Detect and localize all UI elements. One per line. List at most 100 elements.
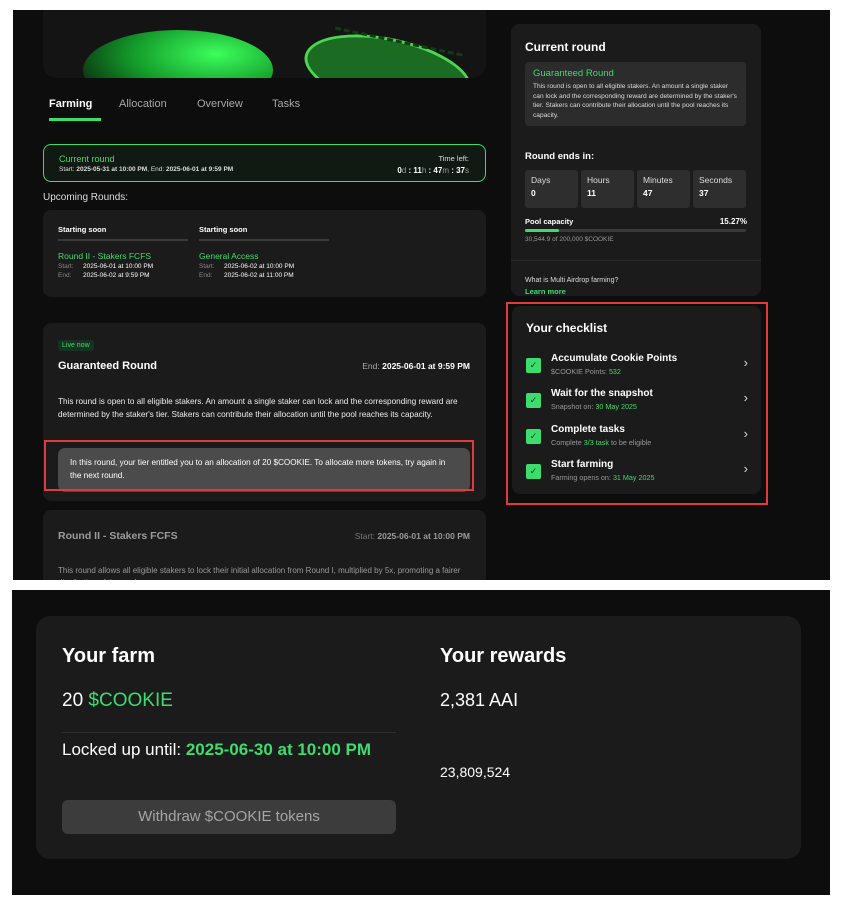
round-end-row: End: 2025-06-02 at 11:00 PM <box>199 272 329 279</box>
upcoming-round-2[interactable]: Starting soon General Access Start: 2025-… <box>199 225 329 279</box>
countdown-seconds: 37 <box>456 166 465 175</box>
start-label: Start: <box>59 166 75 173</box>
round-info-box: Guaranteed Round This round is open to a… <box>525 62 746 126</box>
unit-m: m <box>442 166 449 175</box>
learn-more-link[interactable]: Learn more <box>525 287 566 296</box>
unit-s: s <box>465 166 469 175</box>
farm-amount: 20 $COOKIE <box>62 690 173 712</box>
start-date: 2025-05-31 at 10:00 PM <box>76 166 148 173</box>
end-date: 2025-06-01 at 9:59 PM <box>382 361 470 371</box>
end-date: 2025-06-01 at 9:59 PM <box>166 166 234 173</box>
current-round-label: Current round <box>59 154 115 164</box>
hero-coin-shape <box>297 21 479 78</box>
round-description: This round is open to all eligible stake… <box>533 83 737 119</box>
pool-capacity-percent: 15.27% <box>719 217 747 226</box>
round-end: 2025-06-02 at 9:59 PM <box>83 272 150 279</box>
counter-value: 0 <box>531 188 536 198</box>
counter-seconds: Seconds 37 <box>693 170 746 208</box>
start-label: Start: <box>58 263 74 270</box>
round-name: Guaranteed Round <box>533 68 614 79</box>
highlight-box-checklist <box>506 302 768 505</box>
tab-allocation[interactable]: Allocation <box>119 98 167 110</box>
bottom-screenshot: Your farm Your rewards 20 $COOKIE 2,381 … <box>12 590 830 895</box>
round-end: 2025-06-02 at 11:00 PM <box>224 272 294 279</box>
upcoming-rounds-title: Upcoming Rounds: <box>43 192 129 203</box>
counter-label: Seconds <box>699 175 733 185</box>
round-start: Start: 2025-06-01 at 10:00 PM <box>355 531 470 541</box>
locked-label: Locked up until: <box>62 740 182 759</box>
counter-label: Hours <box>587 175 610 185</box>
round-end-row: End: 2025-06-02 at 9:59 PM <box>58 272 188 279</box>
hero-cookie-shape <box>83 30 273 78</box>
hero-banner-image <box>43 10 486 78</box>
counter-days: Days 0 <box>525 170 578 208</box>
rewards-secondary-amount: 23,809,524 <box>440 764 511 780</box>
divider <box>199 239 329 241</box>
active-tab-underline <box>49 118 101 121</box>
current-round-card: Current round Guaranteed Round This roun… <box>511 24 761 296</box>
round-name: General Access <box>199 251 259 261</box>
counter-minutes: Minutes 47 <box>637 170 690 208</box>
round-ii-card: Round II - Stakers FCFS Start: 2025-06-0… <box>43 510 486 580</box>
start-label: Start: <box>199 263 215 270</box>
locked-until: Locked up until: 2025-06-30 at 10:00 PM <box>62 737 392 763</box>
round-start: 2025-06-01 at 10:00 PM <box>83 263 154 270</box>
end-label: End: <box>58 272 72 279</box>
round-title: Round II - Stakers FCFS <box>58 530 178 542</box>
end-label: End: <box>199 272 213 279</box>
locked-date: 2025-06-30 at 10:00 PM <box>185 740 372 759</box>
highlight-box-note <box>44 440 474 491</box>
round-name: Round II - Stakers FCFS <box>58 251 152 261</box>
tab-farming[interactable]: Farming <box>49 98 92 110</box>
current-round-dates: Start: 2025-05-31 at 10:00 PM, End: 2025… <box>59 166 234 173</box>
pool-capacity-label: Pool capacity <box>525 217 574 226</box>
upcoming-round-1[interactable]: Starting soon Round II - Stakers FCFS St… <box>58 225 188 279</box>
end-label: End: <box>362 361 380 371</box>
time-left-countdown: 0d : 11h : 47m : 37s <box>397 166 469 175</box>
round-description: This round allows all eligible stakers t… <box>58 566 461 580</box>
end-label: End: <box>150 166 165 173</box>
round-status: Starting soon <box>199 225 248 234</box>
your-rewards-title: Your rewards <box>440 645 567 667</box>
counter-label: Days <box>531 175 551 185</box>
countdown-minutes: 47 <box>433 166 443 175</box>
unit-h: h <box>421 166 427 175</box>
round-start-row: Start: 2025-06-02 at 10:00 PM <box>199 263 329 270</box>
counter-hours: Hours 11 <box>581 170 634 208</box>
tab-overview[interactable]: Overview <box>197 98 243 110</box>
pool-capacity-bar <box>525 229 746 232</box>
round-start-row: Start: 2025-06-01 at 10:00 PM <box>58 263 188 270</box>
upcoming-rounds-card: Starting soon Round II - Stakers FCFS St… <box>43 210 486 297</box>
pool-capacity-amount: 30,544.9 of 200,000 $COOKIE <box>525 236 614 243</box>
divider <box>62 732 396 733</box>
counter-value: 47 <box>643 188 653 198</box>
round-start: 2025-06-02 at 10:00 PM <box>224 263 295 270</box>
card-title: Current round <box>525 40 606 54</box>
countdown-hours: 11 <box>413 166 422 175</box>
counter-value: 37 <box>699 188 709 198</box>
counter-value: 11 <box>587 188 596 198</box>
round-ends-title: Round ends in: <box>525 151 595 162</box>
round-description: This round is open to all eligible stake… <box>58 397 458 419</box>
current-round-banner: Current round Start: 2025-05-31 at 10:00… <box>43 144 486 182</box>
unit-d: d <box>401 166 407 175</box>
time-left-label: Time left: <box>438 154 469 163</box>
round-status: Starting soon <box>58 225 107 234</box>
tab-tasks[interactable]: Tasks <box>272 98 300 110</box>
farm-amount-value: 20 <box>62 690 84 711</box>
your-farm-title: Your farm <box>62 645 155 667</box>
top-screenshot: Farming Allocation Overview Tasks Curren… <box>13 10 830 580</box>
withdraw-button[interactable]: Withdraw $COOKIE tokens <box>62 800 396 834</box>
farm-token: $COOKIE <box>88 690 173 711</box>
round-end: End: 2025-06-01 at 9:59 PM <box>362 361 470 371</box>
live-now-badge: Live now <box>58 340 94 351</box>
rewards-amount: 2,381 AAI <box>440 690 519 710</box>
tab-bar: Farming Allocation Overview Tasks <box>43 98 486 122</box>
start-date: 2025-06-01 at 10:00 PM <box>377 531 470 541</box>
divider <box>58 239 188 241</box>
farm-rewards-card: Your farm Your rewards 20 $COOKIE 2,381 … <box>36 616 801 859</box>
start-label: Start: <box>354 531 375 541</box>
divider <box>511 260 761 261</box>
round-title: Guaranteed Round <box>58 360 158 372</box>
farming-info-question: What is Multi Airdrop farming? <box>525 277 619 284</box>
